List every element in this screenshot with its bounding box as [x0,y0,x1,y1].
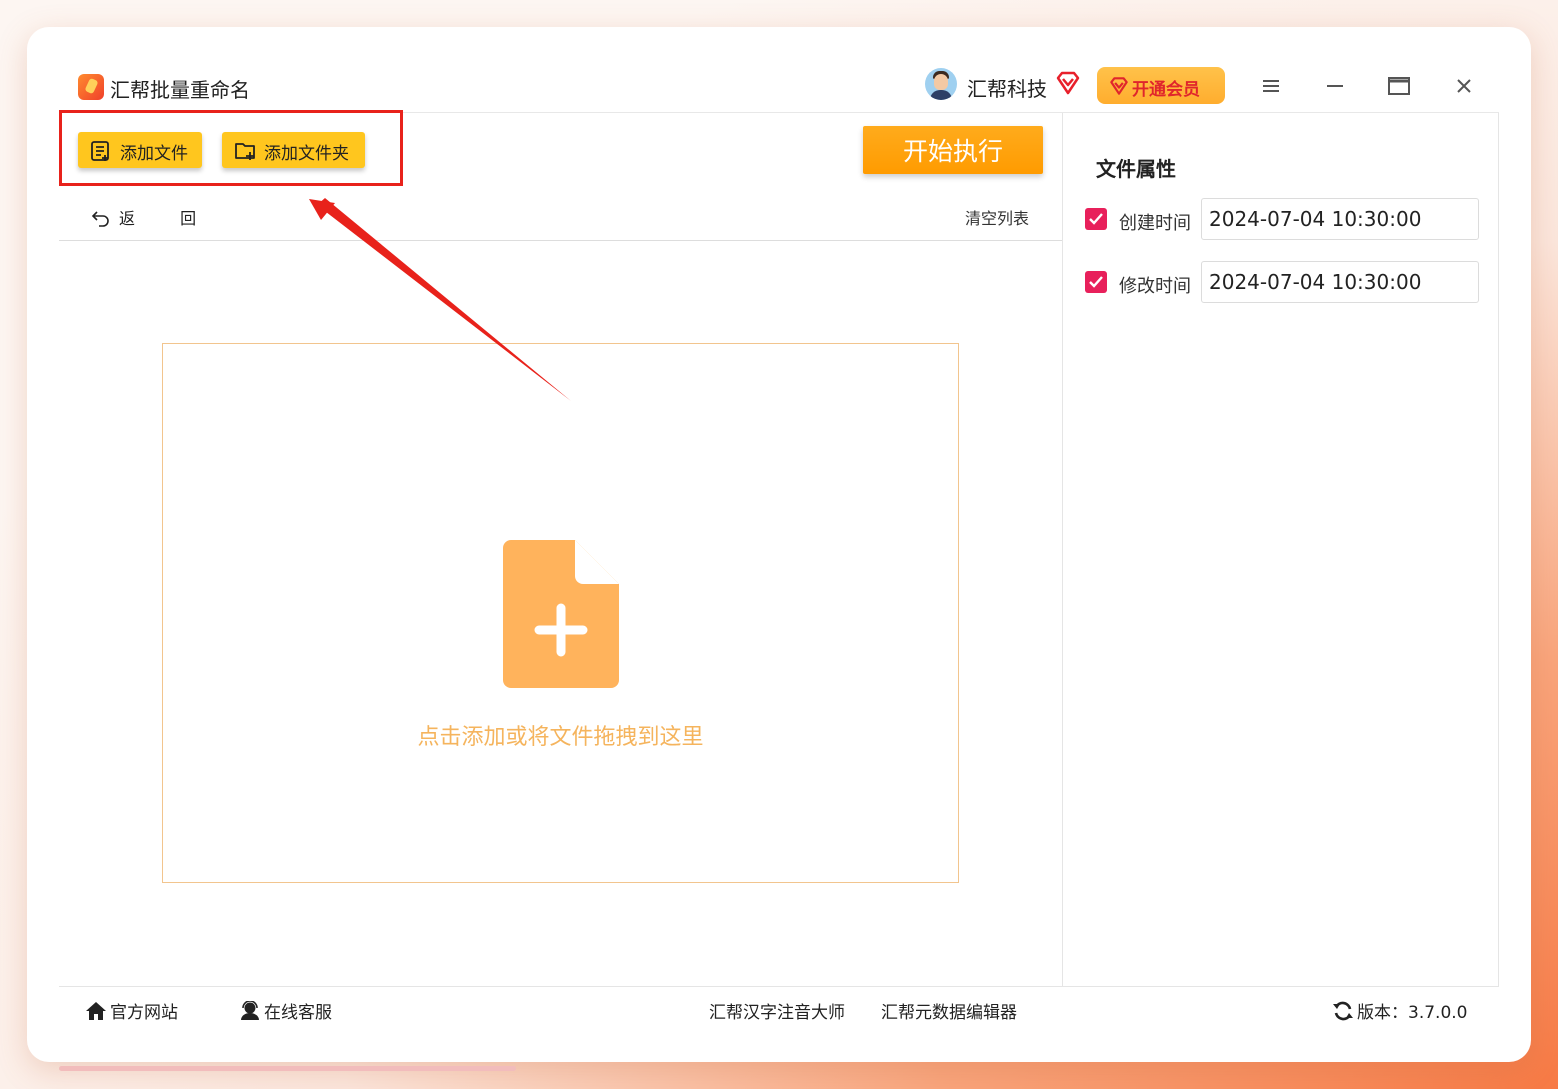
open-vip-label: 开通会员 [1132,80,1200,99]
file-properties-panel: 文件属性 创建时间 修改时间 [1062,113,1499,986]
start-button[interactable]: 开始执行 [863,126,1043,174]
created-time-row: 创建时间 [1085,198,1485,242]
user-avatar[interactable] [925,68,957,100]
official-website-label: 官方网站 [110,1003,178,1023]
undo-icon [91,211,109,227]
add-file-large-icon [503,540,619,688]
back-label: 返 回 [119,209,217,228]
footer-bar: 官方网站 在线客服 汇帮汉字注音大师 汇帮元数据编辑器 版本：3.7.0.0 [59,986,1499,1031]
check-icon [1089,213,1103,225]
refresh-icon [1333,1001,1353,1021]
official-website-link[interactable]: 官方网站 [85,998,178,1023]
home-icon [86,1002,106,1020]
version-label: 版本：3.7.0.0 [1357,1003,1468,1023]
maximize-icon[interactable] [1385,72,1413,100]
clear-list-button[interactable]: 清空列表 [965,205,1029,229]
modified-time-checkbox[interactable] [1085,271,1107,293]
app-logo-icon [78,74,104,100]
modified-time-label: 修改时间 [1119,276,1191,297]
file-drop-zone[interactable]: 点击添加或将文件拖拽到这里 [162,343,959,883]
created-time-input[interactable] [1201,198,1479,240]
drop-zone-text: 点击添加或将文件拖拽到这里 [417,725,704,750]
pinyin-master-link[interactable]: 汇帮汉字注音大师 [709,998,845,1023]
created-time-label: 创建时间 [1119,213,1191,234]
metadata-editor-link[interactable]: 汇帮元数据编辑器 [881,998,1017,1023]
app-title: 汇帮批量重命名 [110,78,250,102]
menu-icon[interactable] [1257,72,1285,100]
minimize-icon[interactable] [1321,72,1349,100]
version-info[interactable]: 版本：3.7.0.0 [1332,998,1467,1023]
online-support-label: 在线客服 [264,1003,332,1023]
support-user-icon [241,1000,259,1020]
close-icon[interactable] [1450,72,1478,100]
user-name[interactable]: 汇帮科技 [967,73,1047,102]
horizontal-scrollbar[interactable] [59,1066,516,1071]
created-time-checkbox[interactable] [1085,208,1107,230]
app-window: 汇帮批量重命名 汇帮科技 开通会员 添加文件 添加文件夹 开始执行 返 回 清空… [59,58,1499,1030]
back-button[interactable]: 返 回 [91,205,216,229]
check-icon [1089,276,1103,288]
vip-diamond-icon [1110,77,1128,95]
vip-diamond-icon [1056,71,1080,95]
open-vip-button[interactable]: 开通会员 [1097,67,1225,104]
title-bar: 汇帮批量重命名 汇帮科技 开通会员 [59,58,1499,113]
properties-title: 文件属性 [1096,157,1176,181]
highlight-box [59,110,403,186]
modified-time-row: 修改时间 [1085,261,1485,305]
modified-time-input[interactable] [1201,261,1479,303]
online-support-link[interactable]: 在线客服 [239,998,332,1023]
